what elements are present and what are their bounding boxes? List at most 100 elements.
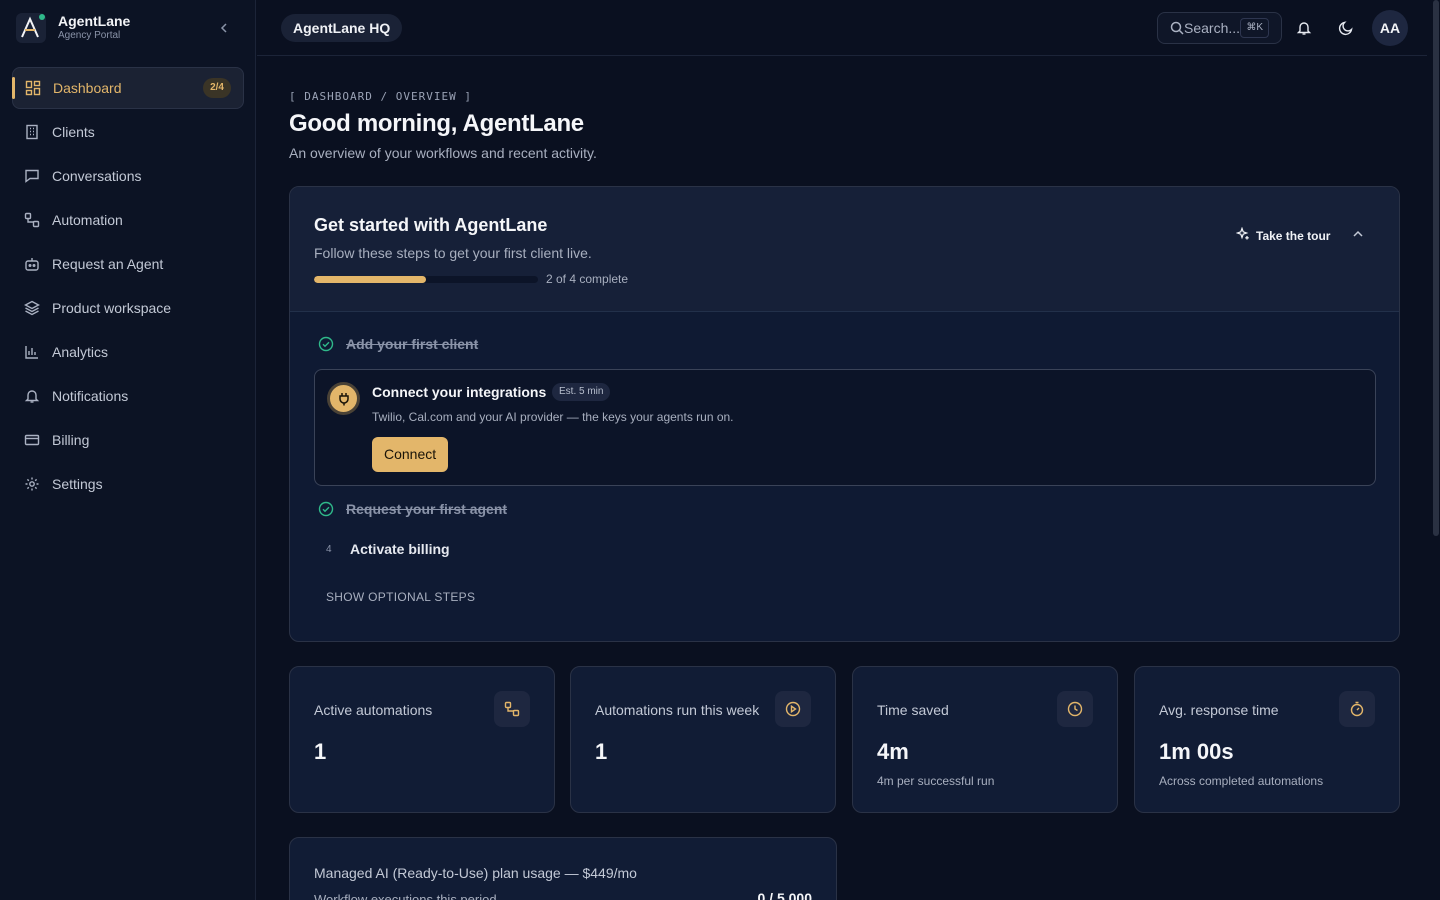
stat-label: Active automations <box>314 702 433 718</box>
stat-value: 4m <box>877 739 909 764</box>
step-request-agent[interactable]: Request your first agent <box>318 501 507 517</box>
sidebar-item-request-agent[interactable]: Request an Agent <box>12 243 244 285</box>
take-tour-button[interactable]: Take the tour <box>1235 226 1331 244</box>
onboarding-card: Get started with AgentLane Follow these … <box>289 186 1400 642</box>
progress-badge: 2/4 <box>203 78 231 98</box>
sidebar-item-product-workspace[interactable]: Product workspace <box>12 287 244 329</box>
sidebar-item-dashboard[interactable]: Dashboard 2/4 <box>12 67 244 109</box>
sidebar-item-label: Notifications <box>52 388 129 404</box>
sidebar-item-label: Settings <box>52 476 103 492</box>
bot-icon <box>24 256 40 272</box>
search-button[interactable]: Search... ⌘K <box>1157 12 1282 44</box>
connect-button[interactable]: Connect <box>372 437 449 472</box>
sidebar-item-label: Analytics <box>52 344 109 360</box>
step-title: Connect your integrations <box>372 384 547 400</box>
search-placeholder: Search... <box>1184 20 1241 36</box>
stat-label: Time saved <box>877 702 949 718</box>
step-number: 4 <box>326 544 332 555</box>
stat-card-active-automations: Active automations 1 <box>289 666 555 813</box>
workflow-icon <box>494 691 530 727</box>
sidebar-item-label: Billing <box>52 432 90 448</box>
brand-name: AgentLane <box>58 13 131 29</box>
onboarding-subtitle: Follow these steps to get your first cli… <box>314 245 592 261</box>
sidebar-nav: Dashboard 2/4 Clients Conversations Auto… <box>12 67 244 507</box>
stat-value: 1 <box>595 739 608 764</box>
sidebar-item-analytics[interactable]: Analytics <box>12 331 244 373</box>
onboarding-header: Get started with AgentLane Follow these … <box>290 187 1399 312</box>
step-label: Add your first client <box>346 336 479 352</box>
moon-icon <box>1338 21 1353 36</box>
stat-card-time-saved: Time saved 4m 4m per successful run <box>852 666 1118 813</box>
bell-icon <box>24 388 40 404</box>
usage-row-label: Workflow executions this period <box>314 892 497 900</box>
sidebar-item-label: Conversations <box>52 168 142 184</box>
plan-usage-card: Managed AI (Ready-to-Use) plan usage — $… <box>289 837 837 900</box>
progress-label: 2 of 4 complete <box>546 272 629 286</box>
sidebar-item-notifications[interactable]: Notifications <box>12 375 244 417</box>
step-label: Request your first agent <box>346 501 508 517</box>
workspace-switcher[interactable]: AgentLane HQ <box>281 14 403 42</box>
sidebar-item-label: Automation <box>52 212 123 228</box>
layers-icon <box>24 300 40 316</box>
credit-card-icon <box>24 432 40 448</box>
chevron-up-icon <box>1353 230 1363 237</box>
step-activate-billing[interactable]: Activate billing <box>350 541 450 557</box>
sidebar-item-label: Clients <box>52 124 95 140</box>
sidebar-item-label: Request an Agent <box>52 256 164 272</box>
sidebar-item-conversations[interactable]: Conversations <box>12 155 244 197</box>
plug-icon <box>327 382 360 415</box>
plan-usage-title: Managed AI (Ready-to-Use) plan usage — $… <box>314 865 637 881</box>
collapse-onboarding-button[interactable] <box>1352 227 1364 245</box>
chat-icon <box>24 168 40 184</box>
topbar: AgentLane HQ Search... ⌘K AA <box>257 0 1427 56</box>
sidebar-item-settings[interactable]: Settings <box>12 463 244 505</box>
sidebar-item-clients[interactable]: Clients <box>12 111 244 153</box>
stat-value: 1m 00s <box>1159 739 1234 764</box>
sidebar-item-label: Dashboard <box>53 80 122 96</box>
agentlane-logo-icon <box>16 13 46 43</box>
search-shortcut: ⌘K <box>1240 18 1269 38</box>
building-icon <box>24 124 40 140</box>
stat-card-runs-this-week: Automations run this week 1 <box>570 666 836 813</box>
scrollbar[interactable] <box>1433 0 1439 536</box>
estimate-badge: Est. 5 min <box>552 383 611 401</box>
step-add-client[interactable]: Add your first client <box>318 336 478 352</box>
notifications-button[interactable] <box>1292 16 1316 40</box>
take-tour-label: Take the tour <box>1256 228 1331 243</box>
clock-icon <box>1057 691 1093 727</box>
sidebar-item-label: Product workspace <box>52 300 172 316</box>
bar-chart-icon <box>24 344 40 360</box>
onboarding-title: Get started with AgentLane <box>314 215 548 235</box>
collapse-sidebar-button[interactable] <box>214 18 234 38</box>
workflow-icon <box>24 212 40 228</box>
check-circle-icon <box>318 501 334 517</box>
stat-card-avg-response-time: Avg. response time 1m 00s Across complet… <box>1134 666 1400 813</box>
bell-icon <box>1296 22 1312 35</box>
theme-toggle-button[interactable] <box>1334 16 1358 40</box>
page-title: Good morning, AgentLane <box>289 110 584 137</box>
sidebar-item-billing[interactable]: Billing <box>12 419 244 461</box>
brand[interactable]: AgentLane Agency Portal <box>16 10 240 46</box>
page-subtitle: An overview of your workflows and recent… <box>289 145 597 161</box>
search-icon <box>1170 21 1184 35</box>
sidebar: AgentLane Agency Portal Dashboard 2/4 Cl… <box>0 0 256 900</box>
gear-icon <box>24 476 40 492</box>
avatar[interactable]: AA <box>1372 10 1408 46</box>
brand-subtitle: Agency Portal <box>58 30 121 41</box>
check-circle-icon <box>318 336 334 352</box>
stat-note: 4m per successful run <box>877 774 995 788</box>
stopwatch-icon <box>1339 691 1375 727</box>
chevron-left-icon <box>220 23 227 33</box>
sidebar-item-automation[interactable]: Automation <box>12 199 244 241</box>
stat-value: 1 <box>314 739 327 764</box>
usage-row-value: 0 / 5,000 <box>757 890 813 900</box>
onboarding-progress-bar <box>314 276 538 283</box>
play-circle-icon <box>775 691 811 727</box>
show-optional-steps-button[interactable]: SHOW OPTIONAL STEPS <box>326 590 475 604</box>
stat-label: Avg. response time <box>1159 702 1279 718</box>
step-description: Twilio, Cal.com and your AI provider — t… <box>372 410 734 424</box>
progress-fill <box>314 276 426 283</box>
breadcrumb: [ DASHBOARD / OVERVIEW ] <box>289 90 472 103</box>
sparkle-icon <box>1235 226 1250 244</box>
stat-note: Across completed automations <box>1159 774 1324 788</box>
